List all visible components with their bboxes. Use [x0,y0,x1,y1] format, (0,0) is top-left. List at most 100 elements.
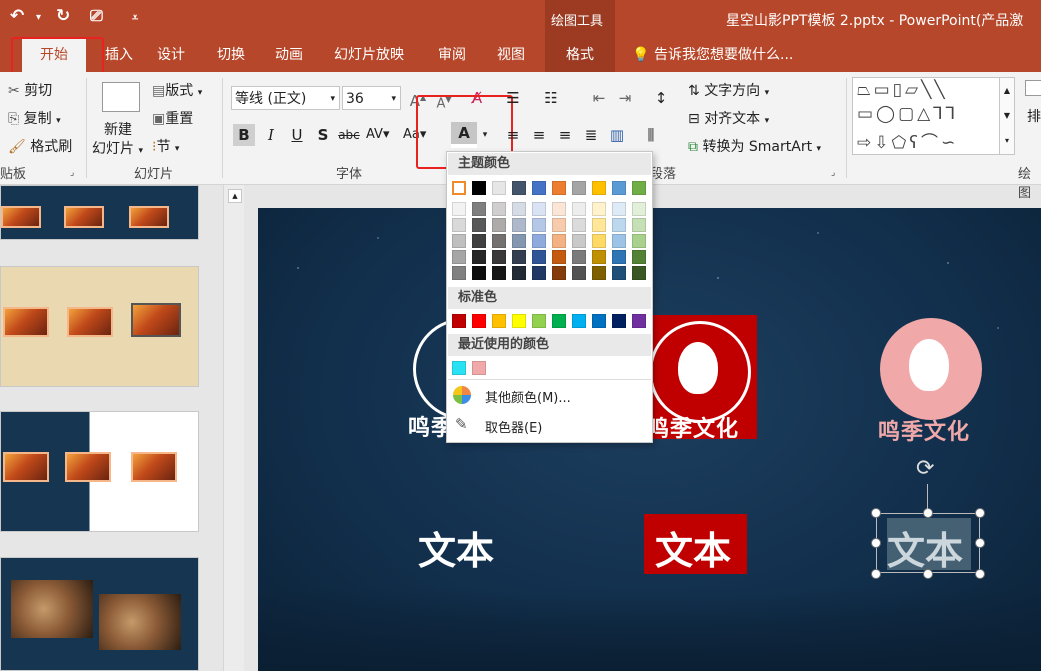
theme-shade-swatch[interactable] [632,234,646,248]
decrease-indent-icon[interactable]: ⇤ [588,87,610,109]
theme-shade-swatch[interactable] [612,202,626,216]
resize-handle[interactable] [975,569,985,579]
standard-color-swatch[interactable] [552,314,566,328]
slide-thumbnail-pane[interactable] [0,185,222,671]
arrange-label[interactable]: 排 [1027,106,1041,126]
selected-text-box[interactable]: 文本 [876,513,980,573]
thumbnail-scrollbar[interactable]: ▲ [223,185,244,671]
arrange-icon[interactable] [1025,80,1041,96]
theme-shade-swatch[interactable] [452,218,466,232]
theme-shade-swatch[interactable] [472,202,486,216]
theme-shade-swatch[interactable] [632,218,646,232]
slide-thumbnail[interactable] [0,185,199,240]
theme-shade-swatch[interactable] [452,234,466,248]
font-name-combo[interactable]: 等线 (正文) ▾ [231,86,340,110]
standard-color-swatch[interactable] [472,314,486,328]
tab-insert[interactable]: 插入 [105,43,133,67]
section-button[interactable]: ⁝节 ▾ [152,136,179,156]
theme-shade-swatch[interactable] [572,218,586,232]
body-text-white[interactable]: 文本 [418,520,494,575]
theme-shade-swatch[interactable] [472,250,486,264]
strikethrough-icon[interactable]: abc [338,124,360,146]
numbering-icon[interactable]: ☷ [540,87,562,109]
theme-shade-swatch[interactable] [592,250,606,264]
dialog-launcher-icon[interactable]: ⌟ [70,168,74,178]
theme-shade-swatch[interactable] [492,202,506,216]
theme-shade-swatch[interactable] [512,234,526,248]
columns-icon[interactable]: ⫼ [640,124,662,146]
theme-color-swatch[interactable] [592,181,606,195]
theme-shade-swatch[interactable] [612,250,626,264]
smartart-button[interactable]: ⧉ 转换为 SmartArt ▾ [688,136,821,156]
theme-shade-swatch[interactable] [532,202,546,216]
slide-thumbnail[interactable] [0,411,199,532]
recent-color-swatch[interactable] [472,361,486,375]
align-center-icon[interactable]: ≡ [528,124,550,146]
theme-shade-swatch[interactable] [592,218,606,232]
theme-shade-swatch[interactable] [532,234,546,248]
standard-color-swatch[interactable] [632,314,646,328]
font-size-combo[interactable]: 36 ▾ [342,86,401,110]
theme-color-swatch[interactable] [572,181,586,195]
standard-color-swatch[interactable] [572,314,586,328]
shapes-gallery[interactable]: ⏢▭▯▱╲╲ ▭◯▢△⅂⅂ ⇨⇩⬠ʕ⌒∽ [852,77,1000,155]
theme-shade-swatch[interactable] [572,202,586,216]
theme-shade-swatch[interactable] [472,266,486,280]
theme-shade-swatch[interactable] [452,266,466,280]
resize-handle[interactable] [871,508,881,518]
bird-logo-pink-icon[interactable] [880,318,982,420]
undo-dropdown-icon[interactable]: ▾ [36,12,41,23]
theme-shade-swatch[interactable] [632,202,646,216]
theme-shade-swatch[interactable] [452,250,466,264]
tab-review[interactable]: 审阅 [438,43,466,67]
theme-shade-swatch[interactable] [532,250,546,264]
theme-shade-swatch[interactable] [532,266,546,280]
theme-color-swatch[interactable] [632,181,646,195]
theme-shade-swatch[interactable] [572,234,586,248]
theme-color-swatch[interactable] [612,181,626,195]
theme-shade-swatch[interactable] [492,266,506,280]
text-box-red[interactable]: 文本 [644,514,747,574]
theme-color-swatch[interactable] [512,181,526,195]
standard-color-swatch[interactable] [532,314,546,328]
resize-handle[interactable] [923,508,933,518]
theme-shade-swatch[interactable] [552,234,566,248]
theme-color-swatch[interactable] [472,181,486,195]
theme-color-swatch[interactable] [552,181,566,195]
standard-color-swatch[interactable] [492,314,506,328]
increase-indent-icon[interactable]: ⇥ [614,87,636,109]
new-slide-label[interactable]: 新建 [104,119,132,139]
theme-shade-swatch[interactable] [592,202,606,216]
text-direction-button[interactable]: ⇅ 文字方向 ▾ [688,80,769,100]
tab-design[interactable]: 设计 [157,43,185,67]
theme-shade-swatch[interactable] [512,266,526,280]
customize-qat-icon[interactable]: ⩡ [132,11,138,25]
shapes-gallery-scroll[interactable]: ▲ ▼ ▾ [999,77,1015,155]
theme-shade-swatch[interactable] [632,266,646,280]
theme-shade-swatch[interactable] [592,266,606,280]
dialog-launcher-icon[interactable]: ⌟ [831,168,835,178]
char-spacing-icon[interactable]: AV▾ [366,124,389,146]
recent-color-swatch[interactable] [452,361,466,375]
scroll-up-icon[interactable]: ▲ [228,189,242,203]
standard-color-swatch[interactable] [452,314,466,328]
new-slide-icon[interactable] [102,82,140,112]
more-colors-item[interactable]: 其他颜色(M)... [453,386,646,408]
theme-shade-swatch[interactable] [612,218,626,232]
line-spacing-icon[interactable]: ↕ [650,87,672,109]
theme-shade-swatch[interactable] [512,250,526,264]
tab-animations[interactable]: 动画 [275,43,303,67]
tab-view[interactable]: 视图 [497,43,525,67]
theme-shade-swatch[interactable] [552,266,566,280]
resize-handle[interactable] [923,569,933,579]
distributed-icon[interactable]: ▥ [606,124,628,146]
tell-me-input[interactable]: 告诉我您想要做什么... [654,43,793,67]
theme-shade-swatch[interactable] [492,218,506,232]
slide-thumbnail[interactable] [0,557,199,671]
align-right-icon[interactable]: ≡ [554,124,576,146]
italic-icon[interactable]: I [260,124,282,146]
theme-shade-swatch[interactable] [452,202,466,216]
theme-shade-swatch[interactable] [512,202,526,216]
start-slideshow-icon[interactable]: ⎚ [90,6,103,26]
theme-shade-swatch[interactable] [552,218,566,232]
